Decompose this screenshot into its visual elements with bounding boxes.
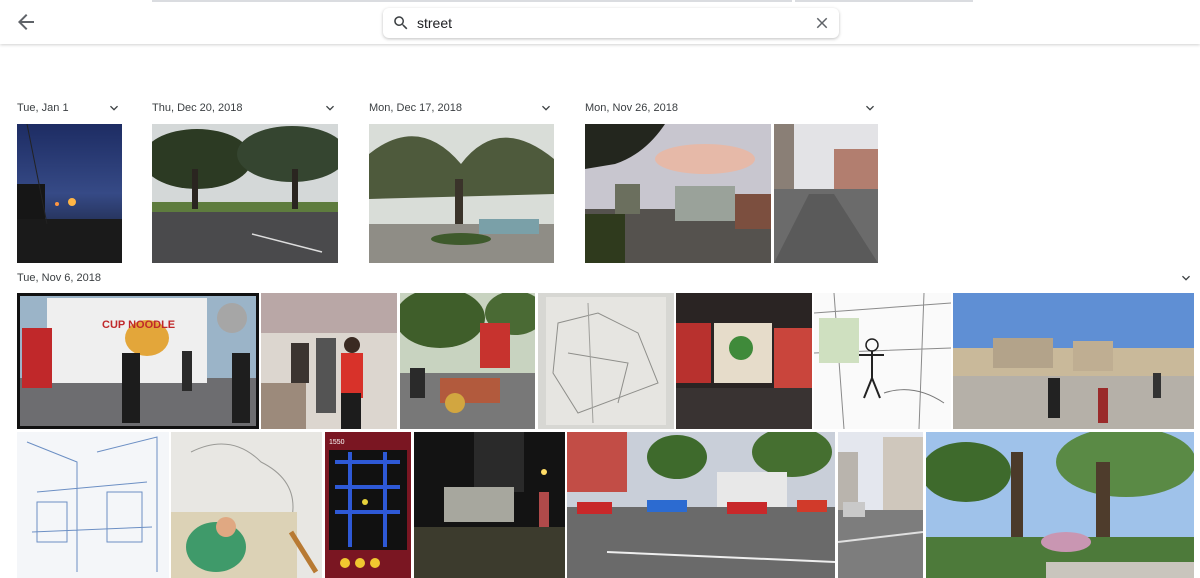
search-input[interactable]: street bbox=[417, 15, 452, 31]
close-icon[interactable] bbox=[813, 14, 831, 32]
photo-thumbnail[interactable] bbox=[838, 432, 923, 578]
game-score-text: 1550 bbox=[329, 439, 345, 446]
chevron-down-icon[interactable] bbox=[322, 100, 338, 116]
photo-thumbnail[interactable] bbox=[774, 124, 878, 263]
search-icon bbox=[394, 16, 408, 30]
photo-thumbnail[interactable] bbox=[814, 293, 951, 429]
photo-thumbnail-selected[interactable]: CUP NOODLE bbox=[17, 293, 259, 429]
photo-thumbnail[interactable] bbox=[17, 124, 122, 263]
date-header: Mon, Dec 17, 2018 bbox=[369, 102, 462, 114]
tab-indicator-2 bbox=[795, 0, 973, 2]
truck-brand-text: CUP NOODLE bbox=[102, 319, 175, 331]
date-header: Tue, Nov 6, 2018 bbox=[17, 272, 101, 284]
photo-thumbnail[interactable] bbox=[585, 124, 771, 263]
photo-thumbnail[interactable] bbox=[926, 432, 1194, 578]
photo-thumbnail[interactable] bbox=[414, 432, 565, 578]
chevron-down-icon[interactable] bbox=[106, 100, 122, 116]
photo-thumbnail[interactable] bbox=[171, 432, 322, 578]
photo-thumbnail[interactable] bbox=[567, 432, 835, 578]
photo-thumbnail[interactable] bbox=[261, 293, 397, 429]
top-app-bar: street bbox=[0, 0, 1200, 44]
search-box[interactable]: street bbox=[383, 8, 839, 38]
chevron-down-icon[interactable] bbox=[862, 100, 878, 116]
photo-thumbnail[interactable] bbox=[400, 293, 535, 429]
chevron-down-icon[interactable] bbox=[538, 100, 554, 116]
chevron-down-icon[interactable] bbox=[1178, 270, 1194, 286]
photo-thumbnail[interactable] bbox=[152, 124, 338, 263]
arrow-left-icon bbox=[18, 14, 34, 30]
photo-thumbnail[interactable] bbox=[538, 293, 674, 429]
photo-thumbnail[interactable] bbox=[676, 293, 812, 429]
tab-indicator bbox=[152, 0, 792, 2]
date-header: Thu, Dec 20, 2018 bbox=[152, 102, 243, 114]
date-header: Mon, Nov 26, 2018 bbox=[585, 102, 678, 114]
back-button[interactable] bbox=[14, 10, 38, 34]
photo-thumbnail[interactable] bbox=[369, 124, 554, 263]
photo-thumbnail[interactable] bbox=[953, 293, 1194, 429]
date-header: Tue, Jan 1 bbox=[17, 102, 69, 114]
photo-thumbnail[interactable]: 1550 bbox=[325, 432, 411, 578]
photo-thumbnail[interactable] bbox=[17, 432, 169, 578]
